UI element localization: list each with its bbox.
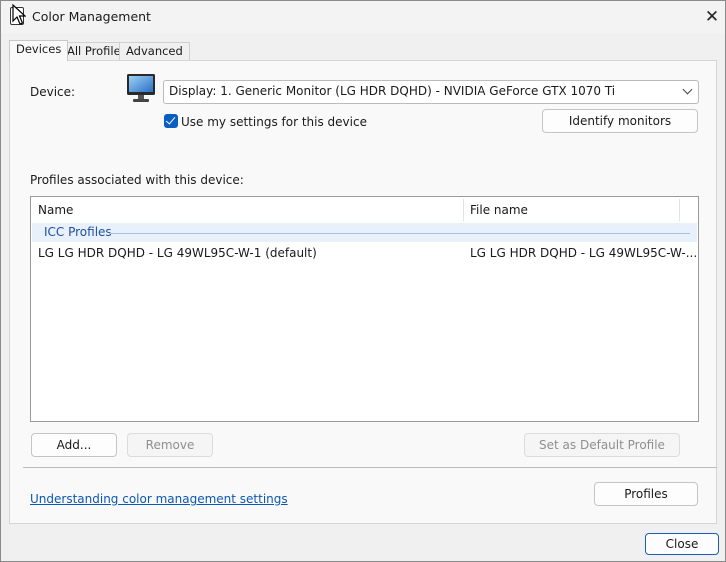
group-label: ICC Profiles [44, 225, 112, 239]
tab-devices[interactable]: Devices [9, 40, 69, 61]
section-divider [23, 467, 717, 468]
column-header-file-name[interactable]: File name [463, 197, 679, 223]
remove-button[interactable]: Remove [127, 433, 213, 457]
device-label: Device: [30, 85, 76, 99]
close-button[interactable]: Close [645, 533, 719, 555]
use-my-settings-label[interactable]: Use my settings for this device [181, 115, 367, 129]
identify-monitors-button[interactable]: Identify monitors [542, 109, 698, 133]
add-button[interactable]: Add... [31, 433, 117, 457]
profiles-section-label: Profiles associated with this device: [30, 173, 244, 187]
window-title: Color Management [32, 9, 151, 24]
chevron-down-icon[interactable] [682, 84, 693, 95]
group-header-icc-profiles[interactable]: ICC Profiles [32, 223, 697, 242]
set-default-profile-button[interactable]: Set as Default Profile [524, 433, 680, 457]
color-management-window: Color Management ✕ Devices All Profiles … [0, 0, 726, 562]
column-separator[interactable] [679, 199, 680, 221]
device-dropdown[interactable]: Display: 1. Generic Monitor (LG HDR DQHD… [163, 80, 699, 104]
use-my-settings-checkbox[interactable] [164, 114, 178, 128]
understanding-color-management-link[interactable]: Understanding color management settings [30, 492, 288, 506]
profile-name-cell: LG LG HDR DQHD - LG 49WL95C-W-1 (default… [38, 246, 317, 260]
profiles-button[interactable]: Profiles [594, 482, 698, 506]
monitor-icon [127, 74, 155, 102]
tab-advanced[interactable]: Advanced [119, 42, 190, 60]
title-bar: Color Management ✕ [1, 1, 725, 33]
mouse-cursor-icon [12, 4, 26, 25]
profile-file-cell: LG LG HDR DQHD - LG 49WL95C-W-... [470, 246, 698, 260]
dialog-footer [1, 524, 725, 561]
group-divider [110, 233, 690, 234]
device-dropdown-value: Display: 1. Generic Monitor (LG HDR DQHD… [169, 84, 616, 98]
close-icon[interactable]: ✕ [701, 6, 723, 28]
column-header-name[interactable]: Name [31, 197, 463, 223]
profiles-list[interactable]: Name File name ICC Profiles LG LG HDR DQ… [30, 196, 699, 422]
